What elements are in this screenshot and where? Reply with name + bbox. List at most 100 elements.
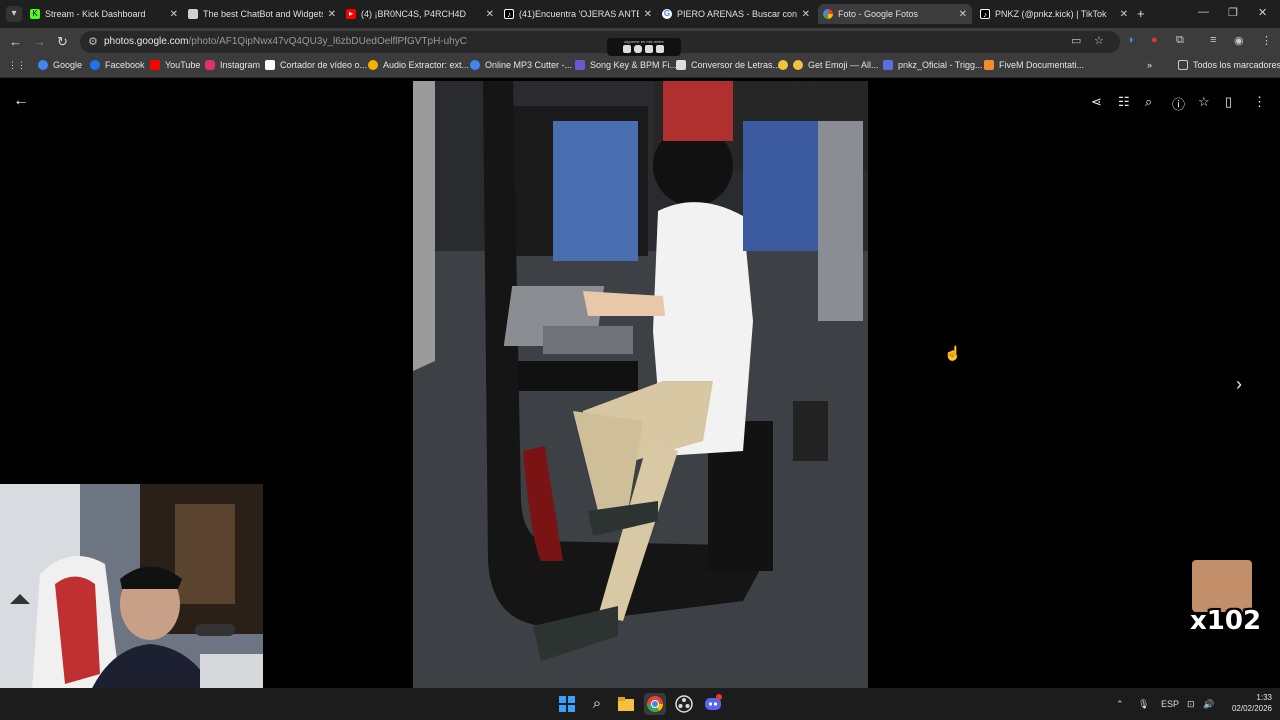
language-indicator[interactable]: ESP <box>1161 699 1179 709</box>
social-overlay: sígueme en mis redes <box>607 38 681 56</box>
bookmark-audio-extractor[interactable]: Audio Extractor: ext... <box>368 60 469 70</box>
bookmark-facebook[interactable]: Facebook <box>90 60 145 70</box>
bookmark-mp3-cutter[interactable]: Online MP3 Cutter -... <box>470 60 572 70</box>
emote-counter: x102 <box>1190 560 1261 638</box>
media-queue-icon[interactable]: ≡ <box>1210 34 1216 46</box>
fivem-icon <box>984 60 994 70</box>
obs-icon <box>675 695 693 713</box>
bookmark-google[interactable]: Google <box>38 60 82 70</box>
url-text: photos.google.com/photo/AF1QipNwx47vQ4QU… <box>104 36 467 47</box>
close-tab-icon[interactable]: ✕ <box>1120 9 1128 20</box>
taskbar <box>0 688 1280 720</box>
emoji-icon <box>778 60 788 70</box>
bookmark-song-key[interactable]: Song Key & BPM Fi... <box>575 60 677 70</box>
tiktok-icon: ♪ <box>980 9 990 19</box>
close-tab-icon[interactable]: ✕ <box>486 9 494 20</box>
close-window-button[interactable]: ✕ <box>1258 6 1267 19</box>
menu-icon[interactable]: ⋮ <box>1261 34 1272 47</box>
clock[interactable]: 1:33 02/02/2026 <box>1220 692 1272 714</box>
share-icon[interactable]: ⋖ <box>1091 94 1102 110</box>
tab-botrix[interactable]: The best ChatBot and Widgets ✕ <box>188 4 336 24</box>
photo-image <box>413 81 868 688</box>
extensions-icon[interactable]: ⧉ <box>1176 34 1184 47</box>
discord-icon <box>705 694 722 710</box>
search-icon[interactable]: ⌕ <box>586 693 608 715</box>
back-arrow-icon[interactable]: ← <box>13 92 29 110</box>
bookmark-fivem-docs[interactable]: FiveM Documentati... <box>984 60 1084 70</box>
youtube-icon <box>150 60 160 70</box>
video-cutter-icon <box>265 60 275 70</box>
tab-youtube[interactable]: ▸ (4) ¡BR0NC4S, P4RCH4D ✕ <box>346 4 494 24</box>
tab-tiktok-search[interactable]: ♪ (41)Encuentra 'OJERAS ANTES ✕ <box>504 4 652 24</box>
instagram-icon <box>205 60 215 70</box>
extension-red-icon[interactable]: ● <box>1151 34 1158 46</box>
info-icon[interactable]: ⓘ <box>1172 94 1185 113</box>
chrome-taskbar-icon[interactable] <box>644 693 666 715</box>
youtube-icon <box>656 45 664 53</box>
facebook-icon <box>90 60 100 70</box>
bookmark-letter-converter[interactable]: Conversor de Letras... <box>676 60 780 70</box>
delete-icon[interactable]: ▯ <box>1225 94 1232 110</box>
bookmark-pnkz-trigger[interactable]: pnkz_Oficial - Trigg... <box>883 60 983 70</box>
tab-google-search[interactable]: G PIERO ARENAS - Buscar con Go ✕ <box>662 4 810 24</box>
apps-grid-icon[interactable]: ⋮⋮ <box>8 60 26 71</box>
close-tab-icon[interactable]: ✕ <box>802 9 810 20</box>
microphone-icon[interactable]: 🎙 <box>1138 699 1149 710</box>
site-info-icon[interactable]: ⚙ <box>88 35 98 48</box>
cast-icon[interactable]: ▭ <box>1071 34 1081 47</box>
tab-kick[interactable]: K Stream - Kick Dashboard ✕ <box>30 4 178 24</box>
extension-audio-icon[interactable]: ◗ <box>1128 34 1135 46</box>
profile-avatar[interactable]: ◉ <box>1234 34 1244 47</box>
zoom-icon[interactable]: ⌕ <box>1145 94 1152 110</box>
emote-image <box>1192 560 1252 612</box>
favorite-star-icon[interactable]: ☆ <box>1198 94 1210 110</box>
next-photo-icon[interactable]: › <box>1236 374 1242 395</box>
emoji-icon <box>793 60 803 70</box>
address-bar[interactable]: ⚙ photos.google.com/photo/AF1QipNwx47vQ4… <box>80 31 1120 53</box>
folder-icon <box>618 697 634 711</box>
minimize-button[interactable]: — <box>1198 6 1209 18</box>
instagram-icon <box>634 45 642 53</box>
file-explorer-icon[interactable] <box>615 693 637 715</box>
tabs: K Stream - Kick Dashboard ✕ The best Cha… <box>0 0 1280 28</box>
bookmarks-overflow-button[interactable]: » <box>1147 60 1152 70</box>
tray-overflow-icon[interactable]: ⌃ <box>1116 699 1124 710</box>
google-icon <box>38 60 48 70</box>
bookmark-get-emoji[interactable]: Get Emoji — All... <box>778 60 879 70</box>
bookmark-instagram[interactable]: Instagram <box>205 60 260 70</box>
obs-taskbar-icon[interactable] <box>673 693 695 715</box>
more-options-icon[interactable]: ⋮ <box>1253 94 1266 110</box>
discord-taskbar-icon[interactable] <box>702 693 724 715</box>
close-tab-icon[interactable]: ✕ <box>644 9 652 20</box>
hand-cursor-icon: ☝ <box>944 345 962 361</box>
start-button[interactable] <box>556 693 578 715</box>
bookmark-youtube[interactable]: YouTube <box>150 60 200 70</box>
all-bookmarks-folder[interactable]: Todos los marcadores <box>1178 60 1280 70</box>
new-tab-button[interactable]: + <box>1137 6 1145 21</box>
google-photos-icon <box>823 9 833 19</box>
edit-icon[interactable]: ☷ <box>1118 94 1130 110</box>
back-icon[interactable]: ← <box>9 34 22 49</box>
restore-button[interactable]: ❐ <box>1228 6 1238 19</box>
reload-icon[interactable]: ↻ <box>57 34 68 50</box>
bookmark-star-icon[interactable]: ☆ <box>1094 34 1104 47</box>
close-tab-icon[interactable]: ✕ <box>959 9 967 20</box>
google-icon: G <box>662 9 672 19</box>
forward-icon[interactable]: → <box>33 34 46 49</box>
windows-icon <box>559 696 575 712</box>
tiktok-icon: ♪ <box>504 9 514 19</box>
folder-icon <box>1178 60 1188 70</box>
close-tab-icon[interactable]: ✕ <box>170 9 178 20</box>
network-icon[interactable]: ⊡ <box>1187 699 1195 710</box>
x-icon <box>623 45 631 53</box>
chrome-icon <box>646 696 664 713</box>
mp3-cutter-icon <box>470 60 480 70</box>
youtube-icon: ▸ <box>346 9 356 19</box>
volume-icon[interactable]: 🔊 <box>1203 699 1214 710</box>
close-tab-icon[interactable]: ✕ <box>328 9 336 20</box>
tab-tiktok-profile[interactable]: ♪ PNKZ (@pnkz.kick) | TikTok ✕ <box>980 4 1128 24</box>
kick-icon: K <box>30 9 40 19</box>
tab-google-photos[interactable]: Foto - Google Fotos ✕ <box>818 4 972 24</box>
webcam-overlay <box>0 484 263 720</box>
bookmark-video-cutter[interactable]: Cortador de vídeo o... <box>265 60 367 70</box>
